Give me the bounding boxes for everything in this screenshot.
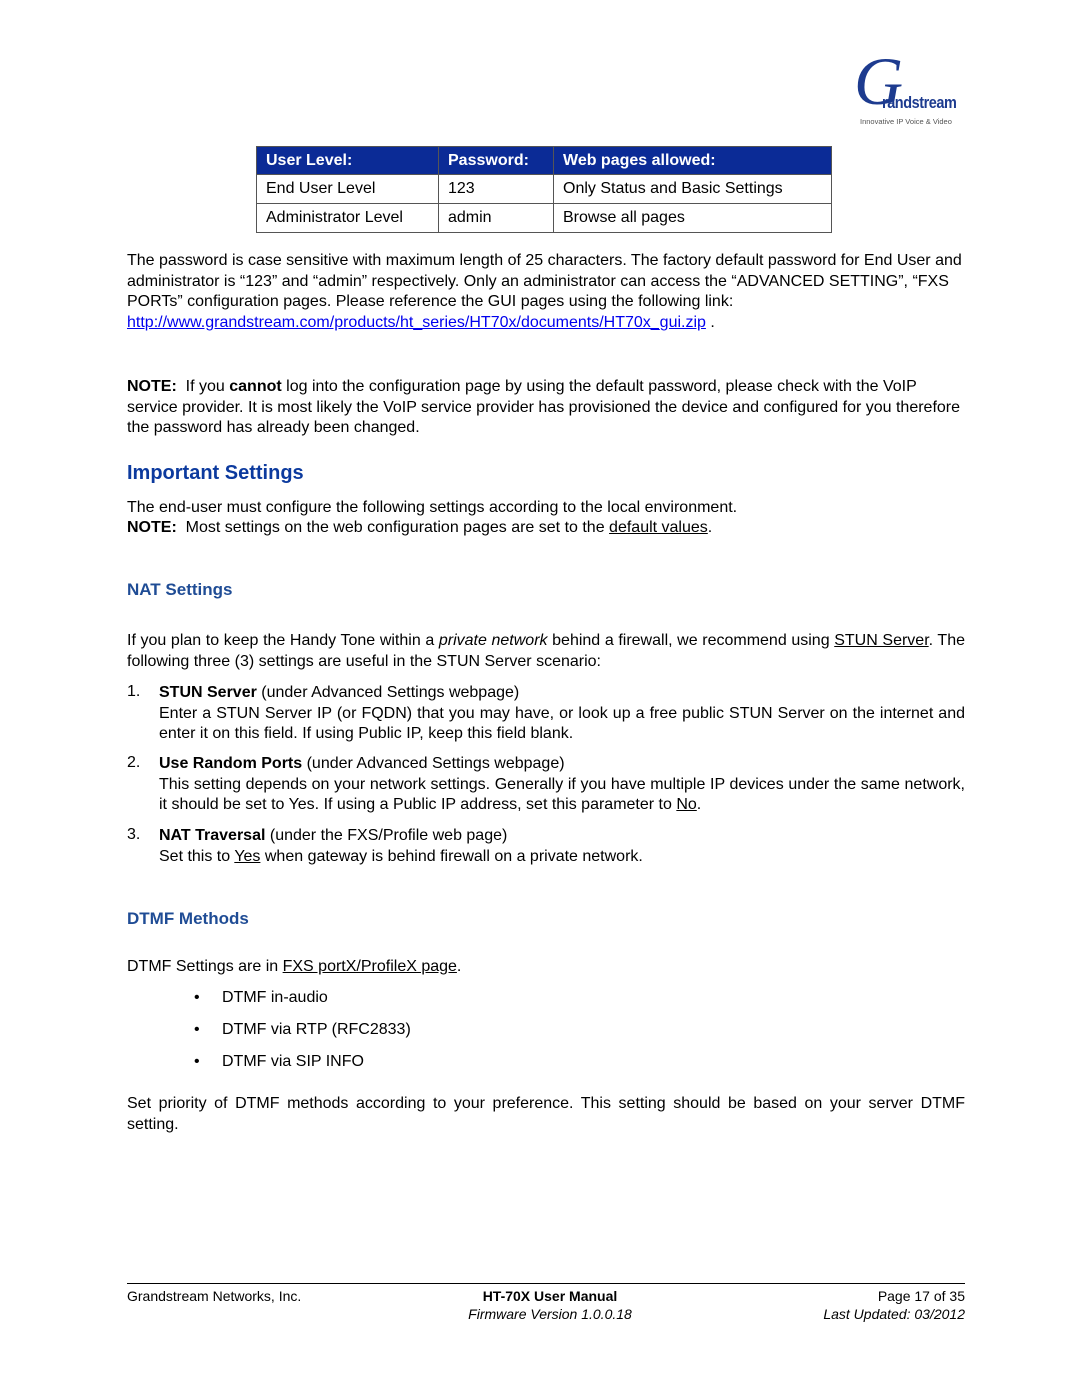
intro-italic: private network xyxy=(438,632,548,649)
important-intro: The end-user must configure the followin… xyxy=(127,499,738,516)
item-context: (under Advanced Settings webpage) xyxy=(256,684,520,701)
footer-page-number: Page 17 of 35 xyxy=(877,1288,965,1304)
dtmf-intro: DTMF Settings are in FXS portX/ProfileX … xyxy=(127,957,965,978)
note-emphasis: cannot xyxy=(229,378,282,395)
item-title: Use Random Ports xyxy=(159,755,303,772)
period: . xyxy=(707,519,713,536)
footer-firmware: Firmware Version 1.0.0.18 xyxy=(468,1306,632,1322)
item-body-pre: Set this to xyxy=(159,847,235,865)
section-heading-important-settings: Important Settings xyxy=(127,462,304,484)
cell-password: admin xyxy=(438,203,554,233)
footer-divider xyxy=(127,1283,965,1284)
item-body: This setting depends on your network set… xyxy=(159,775,965,816)
password-text: The password is case sensitive with maxi… xyxy=(127,252,962,310)
bullet-icon: • xyxy=(194,1053,200,1070)
table-row: Administrator Level admin Browse all pag… xyxy=(256,203,832,233)
table-header-row: User Level: Password: Web pages allowed: xyxy=(256,146,832,175)
cell-user-level: Administrator Level xyxy=(256,203,439,233)
cell-web-pages: Only Status and Basic Settings xyxy=(553,174,832,204)
list-number: 2. xyxy=(127,754,141,771)
password-paragraph: The password is case sensitive with maxi… xyxy=(127,251,965,333)
list-number: 1. xyxy=(127,683,141,700)
item-body: Enter a STUN Server IP (or FQDN) that yo… xyxy=(159,704,965,743)
cell-password: 123 xyxy=(438,174,554,204)
yes-link[interactable]: Yes xyxy=(234,848,260,865)
section-heading-nat-settings: NAT Settings xyxy=(127,580,233,599)
list-item-nat-traversal: NAT Traversal (under the FXS/Profile web… xyxy=(159,826,965,867)
item-context: (under Advanced Settings webpage) xyxy=(302,755,565,772)
table-row: End User Level 123 Only Status and Basic… xyxy=(256,174,832,204)
cell-user-level: End User Level xyxy=(256,174,439,204)
list-item: DTMF in-audio xyxy=(222,989,328,1006)
footer-last-updated: Last Updated: 03/2012 xyxy=(823,1306,965,1322)
cell-web-pages: Browse all pages xyxy=(553,203,832,233)
item-body: when gateway is behind firewall on a pri… xyxy=(260,847,643,865)
item-title: NAT Traversal xyxy=(159,827,266,844)
header-user-level: User Level: xyxy=(256,146,439,175)
list-item: DTMF via SIP INFO xyxy=(222,1053,364,1070)
bullet-icon: • xyxy=(194,989,200,1006)
note-label: NOTE: xyxy=(127,378,177,395)
gui-zip-link[interactable]: http://www.grandstream.com/products/ht_s… xyxy=(127,314,706,331)
defaults-note: NOTE: Most settings on the web configura… xyxy=(127,518,965,539)
note-label: NOTE: xyxy=(127,519,177,536)
bullet-icon: • xyxy=(194,1021,200,1038)
list-item-random-ports: Use Random Ports (under Advanced Setting… xyxy=(159,754,965,816)
grandstream-logo: G randstream Innovative IP Voice & Video xyxy=(852,47,964,130)
list-number: 3. xyxy=(127,826,141,843)
intro-text-mid: behind a firewall, we recommend using xyxy=(547,632,835,649)
note-text: Most settings on the web configuration p… xyxy=(176,519,610,536)
period: . xyxy=(456,958,462,975)
item-body-text: This setting depends on your network set… xyxy=(159,775,965,814)
header-web-pages: Web pages allowed: xyxy=(553,146,832,175)
list-item: DTMF via RTP (RFC2833) xyxy=(222,1021,411,1038)
dtmf-closing: Set priority of DTMF methods according t… xyxy=(127,1095,965,1133)
item-context: (under the FXS/Profile web page) xyxy=(265,827,508,844)
nat-intro: If you plan to keep the Handy Tone withi… xyxy=(127,631,965,672)
logo-wordmark: randstream xyxy=(882,93,957,112)
login-note: NOTE: If you cannot log into the configu… xyxy=(127,377,965,439)
fxs-port-profile-link[interactable]: FXS portX/ProfileX page xyxy=(283,958,457,975)
intro-text: If you plan to keep the Handy Tone withi… xyxy=(127,632,439,649)
logo-tagline: Innovative IP Voice & Video xyxy=(860,117,952,126)
footer-manual-title: HT-70X User Manual xyxy=(482,1288,618,1304)
period: . xyxy=(696,796,702,813)
header-password: Password: xyxy=(438,146,554,175)
intro-text: DTMF Settings are in xyxy=(127,958,283,975)
footer-company: Grandstream Networks, Inc. xyxy=(127,1288,302,1304)
section-heading-dtmf-methods: DTMF Methods xyxy=(127,909,249,928)
link-suffix: . xyxy=(705,313,715,331)
user-level-table: User Level: Password: Web pages allowed:… xyxy=(256,146,832,233)
item-title: STUN Server xyxy=(159,684,257,701)
note-text-pre: If you xyxy=(176,378,230,395)
no-link[interactable]: No xyxy=(676,796,696,813)
default-values-link[interactable]: default values xyxy=(609,519,708,536)
stun-server-link[interactable]: STUN Server xyxy=(834,632,928,649)
list-item-stun-server: STUN Server (under Advanced Settings web… xyxy=(159,683,965,745)
